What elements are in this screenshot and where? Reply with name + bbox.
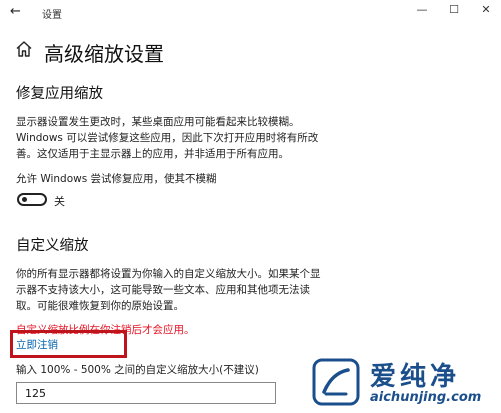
toggle-state-label: 关 (54, 195, 65, 208)
watermark-brand: 爱纯净 (370, 362, 461, 392)
watermark: 爱纯净 aichunjing.com (312, 356, 498, 410)
toggle-knob (22, 197, 27, 202)
fix-apps-toggle[interactable] (17, 193, 47, 206)
fix-apps-line-1: 显示器设置发生更改时，某些桌面应用可能看起来比较模糊。 (16, 116, 300, 128)
custom-scaling-heading: 自定义缩放 (16, 238, 89, 254)
home-icon[interactable] (15, 40, 33, 58)
custom-scaling-line-2: 示器不支持该大小，这可能导致一些文本、应用和其他项无法读 (16, 284, 310, 296)
page-title: 高级缩放设置 (44, 42, 164, 66)
custom-scaling-line-3: 取。可能很难恢复到你的原始设置。 (16, 300, 184, 312)
custom-scale-input[interactable] (16, 382, 276, 404)
toggle-description: 允许 Windows 尝试修复应用，使其不模糊 (16, 173, 217, 185)
fix-apps-heading: 修复应用缩放 (16, 86, 103, 102)
custom-scaling-line-1: 你的所有显示器都将设置为你输入的自定义缩放大小。如果某个显 (16, 268, 321, 280)
watermark-url: aichunjing.com (370, 390, 482, 405)
watermark-logo-icon (312, 358, 360, 406)
scale-input-label: 输入 100% - 500% 之间的自定义缩放大小(不建议) (16, 364, 259, 376)
back-arrow-icon[interactable]: ← (10, 4, 21, 19)
fix-apps-line-3: 善。这仅适用于主显示器上的应用，并非适用于所有应用。 (16, 148, 289, 160)
minimize-icon[interactable]: — (412, 3, 432, 16)
fix-apps-description: 显示器设置发生更改时，某些桌面应用可能看起来比较模糊。 Windows 可以尝试… (16, 114, 331, 162)
fix-apps-line-2: Windows 可以尝试修复这些应用，因此下次打开应用时将有所改 (16, 132, 319, 144)
window-title: 设置 (42, 10, 62, 21)
maximize-icon[interactable]: ☐ (444, 3, 464, 16)
sign-out-link[interactable]: 立即注销 (16, 337, 58, 352)
close-icon[interactable]: ✕ (476, 3, 496, 16)
custom-scaling-description: 你的所有显示器都将设置为你输入的自定义缩放大小。如果某个显 示器不支持该大小，这… (16, 266, 331, 314)
title-bar: ← 设置 — ☐ ✕ (0, 0, 501, 24)
